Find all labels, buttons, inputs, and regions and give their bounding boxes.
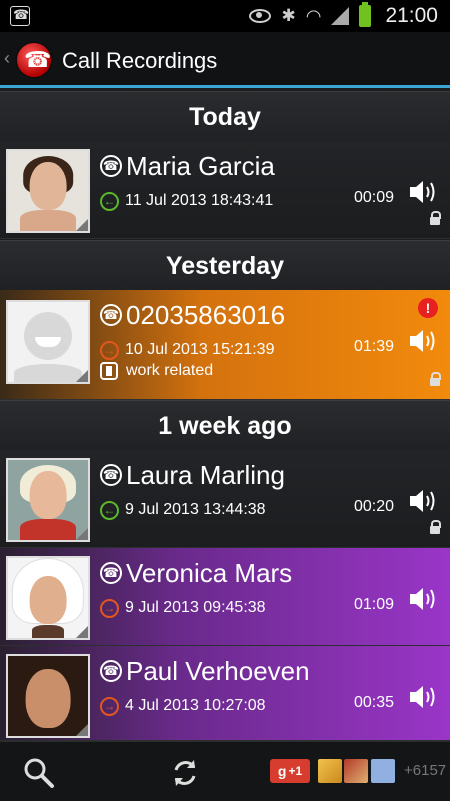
call-datetime: 9 Jul 2013 09:45:38 [125,599,266,616]
call-duration: 00:35 [353,694,394,711]
google-plus-one-button[interactable]: g +1 [270,759,310,783]
recording-row[interactable]: ☎ Paul Verhoeven → 4 Jul 2013 10:27:08 0… [0,646,450,741]
refresh-icon[interactable] [168,756,202,790]
speaker-icon[interactable] [408,326,440,356]
phone-icon: ☎ [100,562,122,584]
call-duration: 01:39 [353,338,394,355]
contact-avatar [6,149,90,233]
call-duration: 00:09 [353,189,394,206]
phone-icon: ☎ [100,660,122,682]
lock-icon [430,372,441,386]
phone-icon: ☎ [100,155,122,177]
call-duration: 00:20 [353,498,394,515]
recording-row[interactable]: ☎ Maria Garcia ← 11 Jul 2013 18:43:41 00… [0,141,450,239]
call-duration: 01:09 [353,596,394,613]
call-datetime: 11 Jul 2013 18:43:41 [125,192,274,209]
plus-one-avatar [344,759,368,783]
app-bar: ‹ Call Recordings [0,32,450,88]
speaker-icon[interactable] [408,682,440,712]
eye-icon [249,9,272,23]
google-plus-icon: g [277,763,287,779]
app-logo-icon[interactable] [17,43,51,77]
battery-icon [359,2,372,27]
status-bar: ✱ ◠ 21:00 [0,0,450,32]
contact-avatar [6,300,90,384]
note-icon [100,362,118,380]
status-icons: ✱ ◠ 21:00 [249,0,450,32]
incoming-call-icon: ← [100,191,119,211]
call-datetime: 9 Jul 2013 13:44:38 [125,501,266,518]
call-notification-icon [10,6,30,26]
call-datetime: 4 Jul 2013 10:27:08 [125,697,266,714]
contact-name: Veronica Mars [126,557,293,588]
bluetooth-icon: ✱ [281,6,296,25]
outgoing-call-icon: → [100,696,119,716]
phone-icon: ☎ [100,464,122,486]
plus-one-count: +6157 [404,762,447,779]
section-header-today: Today [0,91,450,141]
contact-name: Paul Verhoeven [126,655,310,686]
section-header-1-week-ago: 1 week ago [0,400,450,450]
outgoing-call-icon: → [100,598,119,618]
plus-one-avatar [318,759,342,783]
speaker-icon[interactable] [408,486,440,516]
wifi-icon: ◠ [305,5,322,26]
section-header-yesterday: Yesterday [0,240,450,290]
back-icon[interactable]: ‹ [4,48,10,69]
recording-row[interactable]: ☎ 02035863016 → 10 Jul 2013 15:21:39 01:… [0,290,450,400]
bottom-bar: g +1 +6157 [0,741,450,801]
lock-icon [430,211,441,225]
recording-row[interactable]: ☎ Laura Marling ← 9 Jul 2013 13:44:38 00… [0,450,450,548]
phone-icon: ☎ [100,304,122,326]
status-time: 21:00 [385,4,438,27]
plus-one-avatar [371,759,395,783]
contact-avatar [6,654,90,738]
alert-icon: ! [418,298,438,318]
speaker-icon[interactable] [408,584,440,614]
incoming-call-icon: ← [100,500,119,520]
signal-icon [331,7,350,25]
contact-name: Maria Garcia [126,150,275,181]
contact-avatar [6,556,90,640]
contact-avatar [6,458,90,542]
page-title: Call Recordings [62,48,218,73]
search-icon[interactable] [22,756,56,790]
speaker-icon[interactable] [408,177,440,207]
contact-name: 02035863016 [126,299,286,330]
call-datetime: 10 Jul 2013 15:21:39 [125,341,275,358]
call-note: work related [126,362,214,379]
lock-icon [430,520,441,534]
contact-name: Laura Marling [126,459,285,490]
outgoing-call-icon: → [100,340,119,360]
recording-row[interactable]: ☎ Veronica Mars → 9 Jul 2013 09:45:38 01… [0,548,450,646]
plus-one-label: +1 [288,764,303,778]
